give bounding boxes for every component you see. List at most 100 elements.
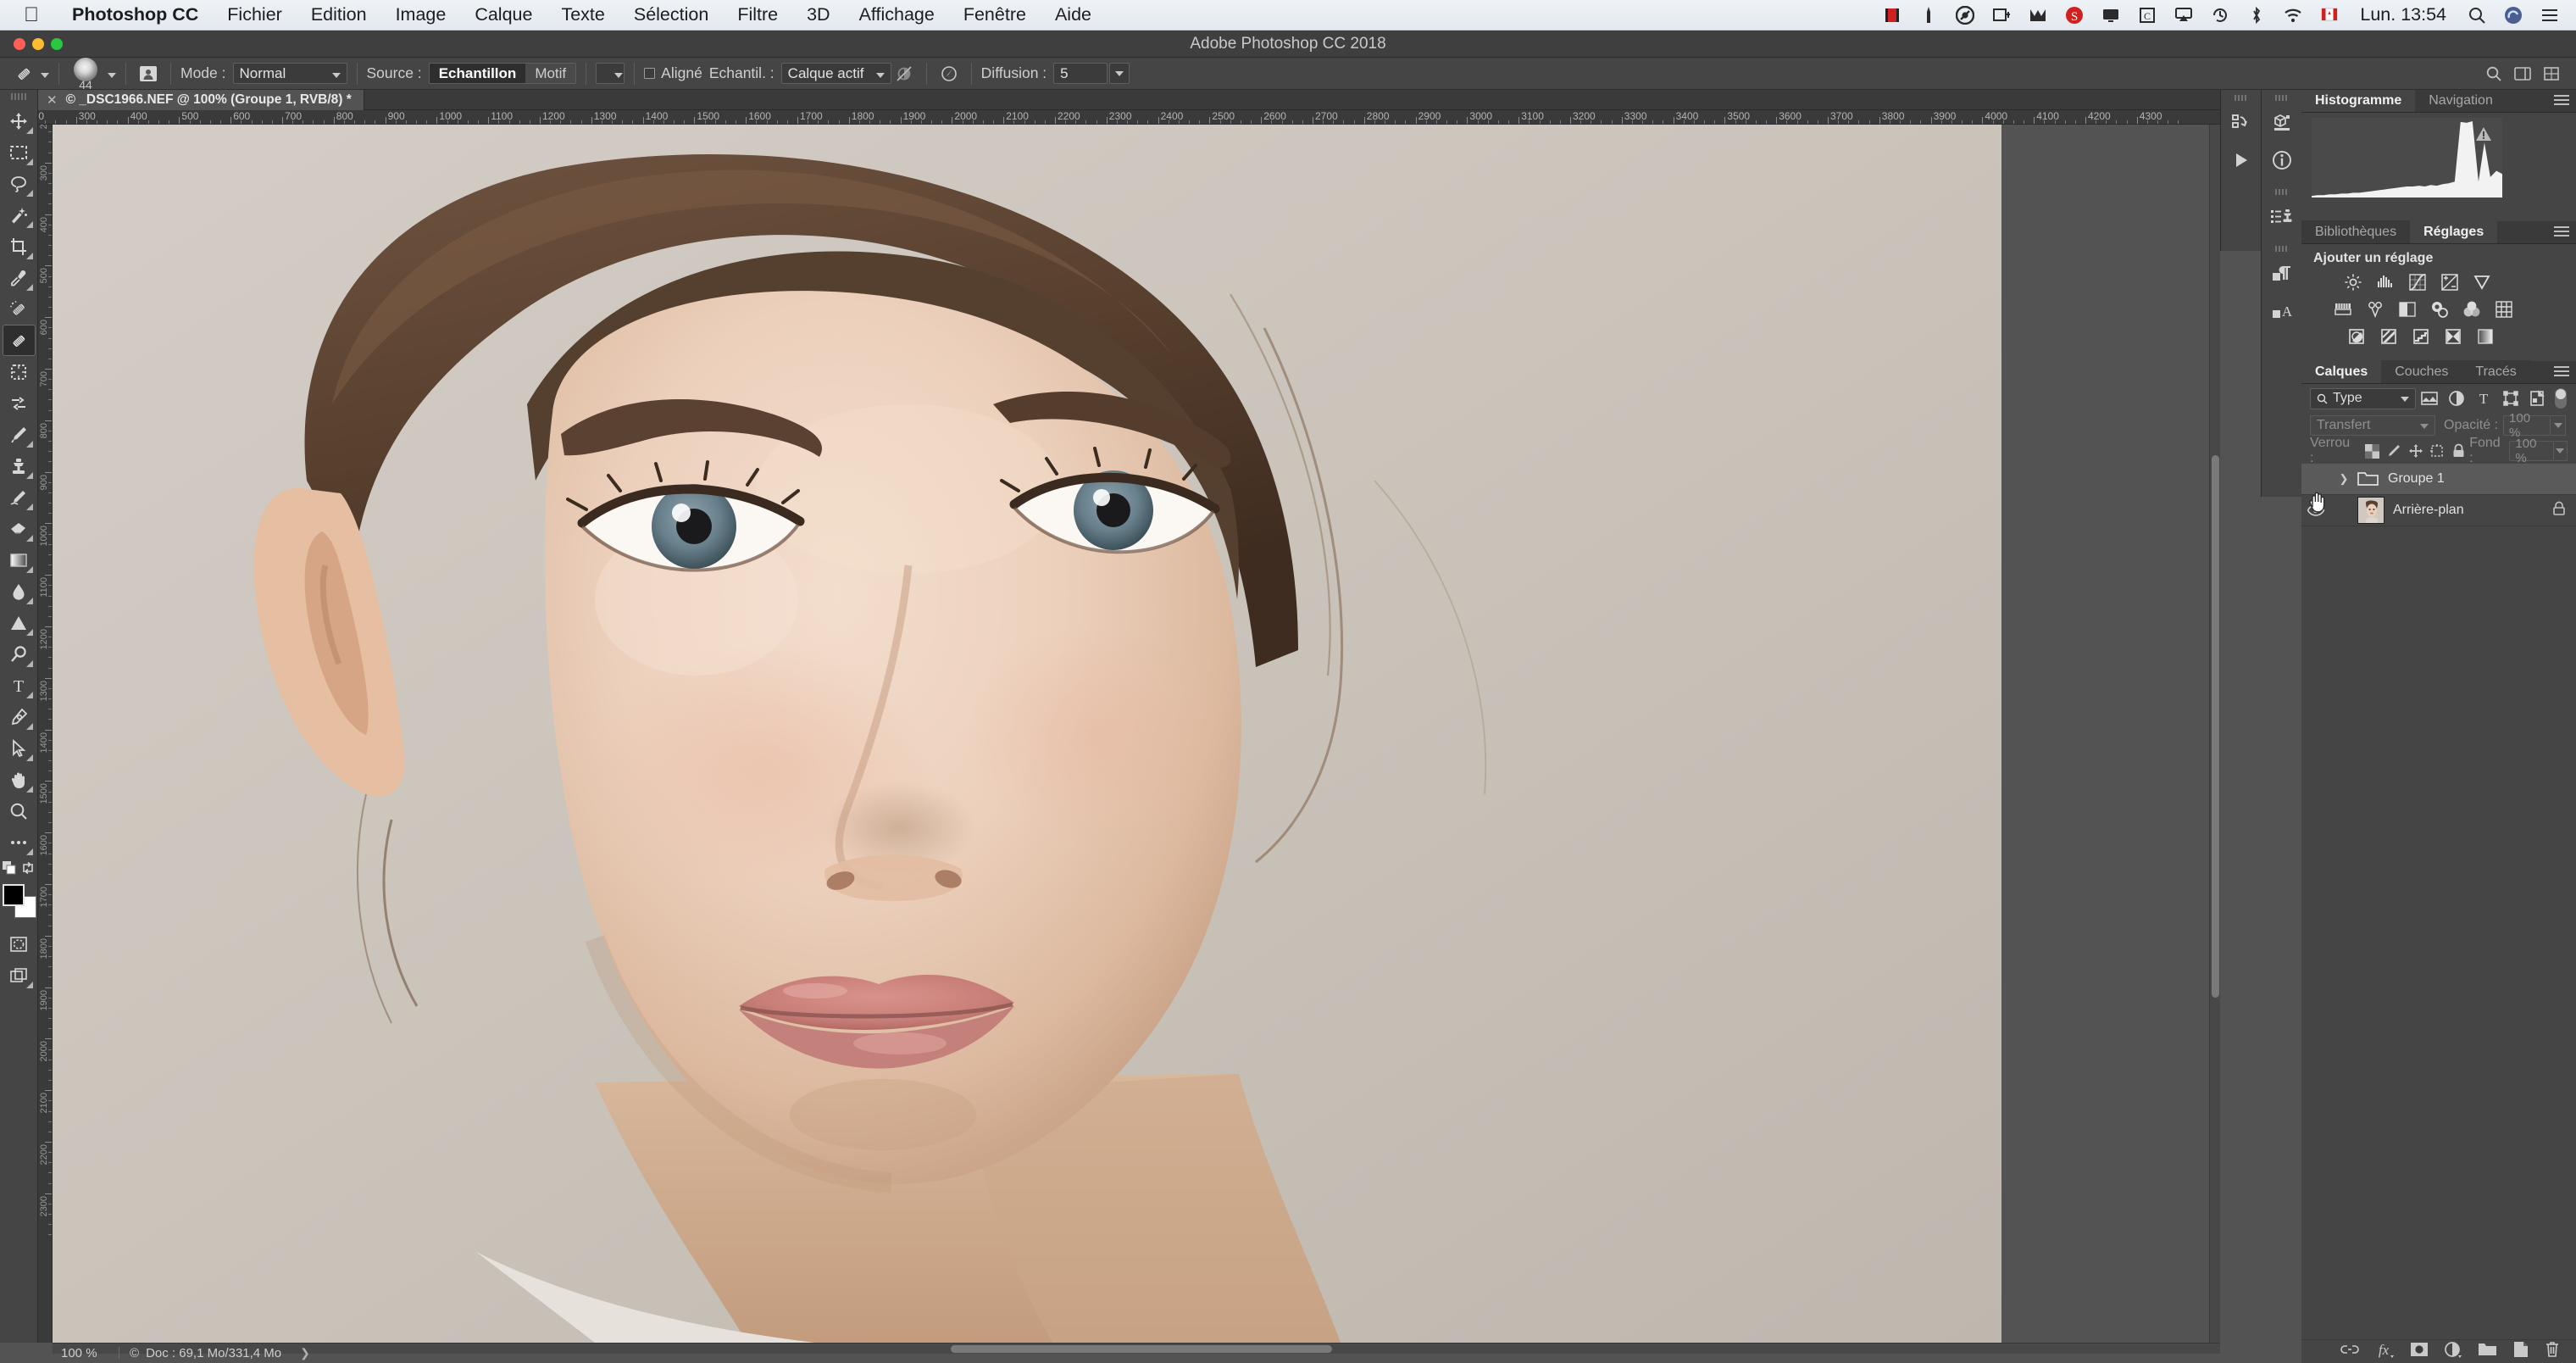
menu-item-fichier[interactable]: Fichier	[213, 4, 297, 25]
default-colors-icon[interactable]	[3, 861, 16, 879]
menu-item-aide[interactable]: Aide	[1041, 4, 1106, 25]
notification-center-icon[interactable]	[2539, 5, 2561, 25]
hue-saturation-icon[interactable]	[2332, 299, 2354, 320]
3d-panel-icon[interactable]	[2262, 104, 2301, 142]
levels-icon[interactable]	[2374, 272, 2396, 292]
gradient-tool[interactable]	[3, 544, 36, 576]
menu-item-calque[interactable]: Calque	[460, 4, 547, 25]
mail-icon[interactable]	[2027, 5, 2049, 25]
edit-toolbar-button[interactable]	[3, 826, 36, 858]
crop-tool[interactable]	[3, 231, 36, 262]
selective-color-icon[interactable]	[2442, 326, 2464, 347]
swap-colors-icon[interactable]	[21, 861, 35, 879]
move-tool[interactable]	[3, 105, 36, 136]
history-panel-icon[interactable]	[2222, 104, 2261, 142]
exposure-icon[interactable]	[2439, 272, 2461, 292]
brightness-contrast-icon[interactable]	[2342, 272, 2364, 292]
menu-item-filtre[interactable]: Filtre	[723, 4, 792, 25]
clone-source-panel-icon[interactable]	[136, 62, 161, 86]
opacity-value[interactable]: 100 %	[2503, 411, 2551, 440]
source-pattern-button[interactable]: Motif	[525, 64, 576, 83]
color-balance-icon[interactable]	[2364, 299, 2386, 320]
diffusion-stepper[interactable]	[1109, 63, 1130, 84]
vibrance-icon[interactable]	[2471, 272, 2493, 292]
screen-mode-icon[interactable]	[3, 960, 36, 991]
creative-cloud-icon[interactable]	[1954, 5, 1976, 25]
panel-grip[interactable]	[2274, 189, 2289, 195]
add-mask-icon[interactable]	[2410, 1342, 2429, 1361]
photo-filter-icon[interactable]	[2429, 299, 2451, 320]
color-swatches[interactable]	[0, 882, 37, 921]
scrollbar-thumb[interactable]	[951, 1345, 1332, 1353]
healing-brush-tool[interactable]	[2, 325, 36, 356]
bluetooth-icon[interactable]	[2246, 5, 2268, 25]
tab-navigation[interactable]: Navigation	[2415, 89, 2507, 112]
info-panel-icon[interactable]	[2262, 142, 2301, 179]
layer-blend-mode-select[interactable]: Transfert	[2310, 415, 2435, 436]
panel-grip[interactable]	[2274, 246, 2289, 252]
menu-item-fenetre[interactable]: Fenêtre	[949, 4, 1041, 25]
eyedropper-tool[interactable]	[3, 262, 36, 293]
paragraph-styles-panel-icon[interactable]	[2262, 255, 2301, 292]
patch-tool[interactable]	[3, 356, 36, 387]
filter-adjustment-icon[interactable]	[2443, 387, 2470, 409]
menu-item-photoshop[interactable]: Photoshop CC	[58, 4, 213, 25]
new-group-icon[interactable]	[2478, 1342, 2498, 1361]
fill-value[interactable]: 100 %	[2509, 437, 2554, 465]
menu-bar-clock[interactable]: Lun. 13:54	[2355, 4, 2451, 25]
cleaner-icon[interactable]: C	[2136, 5, 2158, 25]
screenshot-icon[interactable]	[1990, 5, 2012, 25]
menu-item-selection[interactable]: Sélection	[619, 4, 723, 25]
diffusion-input[interactable]: 5	[1053, 63, 1108, 84]
color-lookup-icon[interactable]	[2493, 299, 2515, 320]
ignore-adjustment-layers-icon[interactable]	[891, 62, 917, 86]
tool-preset-caret[interactable]	[41, 64, 49, 82]
tab-calques[interactable]: Calques	[2301, 360, 2382, 383]
tab-traces[interactable]: Tracés	[2462, 360, 2530, 383]
layer-name[interactable]: Arrière-plan	[2393, 503, 2464, 518]
source-toggle-group[interactable]: Echantillon Motif	[428, 63, 577, 84]
posterize-icon[interactable]	[2378, 326, 2400, 347]
filter-type-icon[interactable]: T	[2470, 387, 2497, 409]
layer-thumbnail[interactable]	[2357, 497, 2384, 524]
lock-artboard-icon[interactable]	[2426, 440, 2447, 462]
brush-tool[interactable]	[3, 419, 36, 450]
tab-couches[interactable]: Couches	[2381, 360, 2462, 383]
workspace-icon[interactable]	[2510, 62, 2535, 86]
brush-picker-caret[interactable]	[108, 64, 116, 82]
panel-menu-icon[interactable]	[2554, 366, 2569, 378]
zoom-level[interactable]: 100 %	[53, 1346, 108, 1360]
black-white-icon[interactable]	[2396, 299, 2418, 320]
zoom-tool[interactable]	[3, 795, 36, 826]
pipette-icon[interactable]	[1918, 5, 1940, 25]
lock-all-icon[interactable]	[2448, 440, 2469, 462]
delete-layer-icon[interactable]	[2544, 1341, 2561, 1362]
menu-item-affichage[interactable]: Affichage	[845, 4, 949, 25]
sample-select[interactable]: Calque actif	[780, 63, 891, 84]
panel-menu-icon[interactable]	[2554, 226, 2569, 238]
layer-visibility-toggle[interactable]	[2301, 504, 2330, 516]
panel-grip[interactable]	[11, 93, 26, 100]
new-adjustment-icon[interactable]	[2444, 1341, 2462, 1362]
filter-image-icon[interactable]	[2416, 387, 2443, 409]
time-machine-icon[interactable]	[2209, 5, 2231, 25]
quick-mask-icon[interactable]	[3, 928, 36, 960]
path-selection-tool[interactable]	[3, 732, 36, 764]
healing-brush-icon[interactable]	[7, 63, 41, 85]
opacity-stepper[interactable]	[2551, 415, 2567, 436]
flag-icon[interactable]	[2318, 5, 2340, 25]
canvas-vertical-scrollbar[interactable]	[2209, 125, 2220, 1343]
gradient-map-icon[interactable]	[2474, 326, 2496, 347]
threshold-icon[interactable]	[2410, 326, 2432, 347]
history-brush-tool[interactable]	[3, 481, 36, 513]
chevron-right-icon[interactable]: ❯	[300, 1346, 310, 1360]
blend-mode-select[interactable]: Normal	[232, 63, 347, 84]
new-layer-icon[interactable]	[2513, 1341, 2529, 1362]
pen-tool[interactable]	[3, 701, 36, 732]
menu-item-3d[interactable]: 3D	[792, 4, 844, 25]
tab-histogramme[interactable]: Histogramme	[2301, 89, 2416, 112]
sponge-tool[interactable]	[3, 638, 36, 670]
search-icon[interactable]	[2466, 5, 2488, 25]
foreground-color-swatch[interactable]	[3, 884, 25, 906]
hand-tool[interactable]	[3, 764, 36, 795]
